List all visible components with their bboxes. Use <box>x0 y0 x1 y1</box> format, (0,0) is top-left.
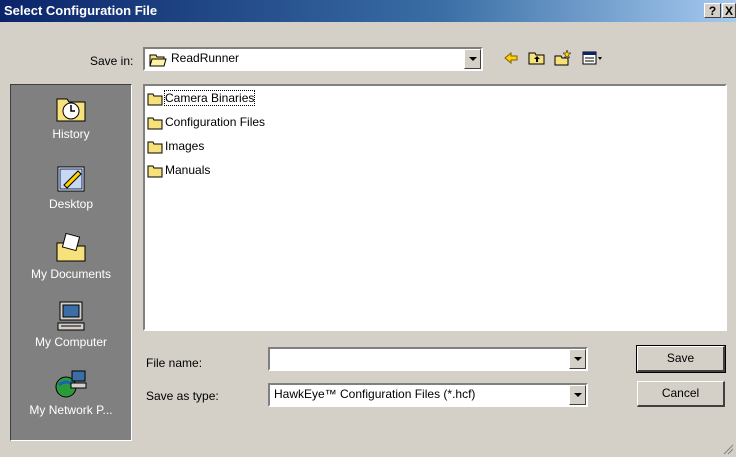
save-button-label: Save <box>666 351 695 365</box>
folder-icon <box>147 165 163 178</box>
save-in-label: Save in: <box>90 54 134 68</box>
my-computer-icon <box>57 301 85 331</box>
window-title: Select Configuration File <box>4 3 158 18</box>
places-label: My Network P... <box>29 403 113 417</box>
file-name: Manuals <box>165 163 211 177</box>
cancel-button-label: Cancel <box>661 386 700 400</box>
file-name-input[interactable] <box>268 347 588 371</box>
places-item-desktop[interactable]: Desktop <box>11 161 131 211</box>
folder-icon <box>147 141 163 154</box>
places-item-history[interactable]: History <box>11 91 131 141</box>
resize-grip-icon[interactable] <box>722 443 734 455</box>
view-menu-icon[interactable] <box>582 49 604 67</box>
save-as-type-dropdown[interactable]: HawkEye™ Configuration Files (*.hcf) <box>268 383 588 407</box>
close-button[interactable]: X <box>722 3 736 18</box>
new-folder-icon[interactable] <box>554 49 572 67</box>
folder-icon <box>147 93 163 106</box>
open-folder-icon <box>149 54 167 67</box>
file-name: Configuration Files <box>165 115 266 129</box>
list-item[interactable]: Images <box>147 138 204 154</box>
file-name-label: File name: <box>146 356 203 370</box>
desktop-icon <box>57 166 85 192</box>
places-label: My Computer <box>34 335 108 349</box>
save-as-type-dropdown-arrow[interactable] <box>569 385 586 405</box>
title-bar: Select Configuration File <box>0 0 736 22</box>
my-documents-icon <box>56 232 86 262</box>
save-in-dropdown[interactable]: ReadRunner <box>143 47 483 71</box>
help-button[interactable]: ? <box>704 3 721 18</box>
back-arrow-icon[interactable] <box>502 49 520 67</box>
cancel-button[interactable]: Cancel <box>637 381 725 407</box>
history-icon <box>56 98 86 122</box>
folder-icon <box>147 117 163 130</box>
save-in-value: ReadRunner <box>171 51 240 65</box>
save-in-dropdown-arrow[interactable] <box>464 49 481 69</box>
places-bar: History Desktop My Documents My Computer <box>10 84 132 441</box>
places-item-my-computer[interactable]: My Computer <box>11 299 131 349</box>
file-name: Camera Binaries <box>163 90 256 106</box>
places-item-my-documents[interactable]: My Documents <box>11 231 131 281</box>
places-item-my-network-places[interactable]: My Network P... <box>11 367 131 417</box>
places-label: My Documents <box>30 267 112 281</box>
places-label: History <box>52 127 90 141</box>
list-item[interactable]: Configuration Files <box>147 114 265 130</box>
save-button[interactable]: Save <box>636 345 726 373</box>
list-item[interactable]: Camera Binaries <box>147 90 256 106</box>
my-network-places-icon <box>55 370 87 398</box>
file-name-dropdown-arrow[interactable] <box>569 349 586 369</box>
list-item[interactable]: Manuals <box>147 162 210 178</box>
up-one-level-icon[interactable] <box>528 49 546 67</box>
file-list[interactable]: Camera Binaries Configuration Files Imag… <box>143 84 727 331</box>
save-as-type-label: Save as type: <box>146 389 219 403</box>
file-name: Images <box>165 139 205 153</box>
save-as-type-value: HawkEye™ Configuration Files (*.hcf) <box>274 387 476 401</box>
places-label: Desktop <box>48 197 94 211</box>
